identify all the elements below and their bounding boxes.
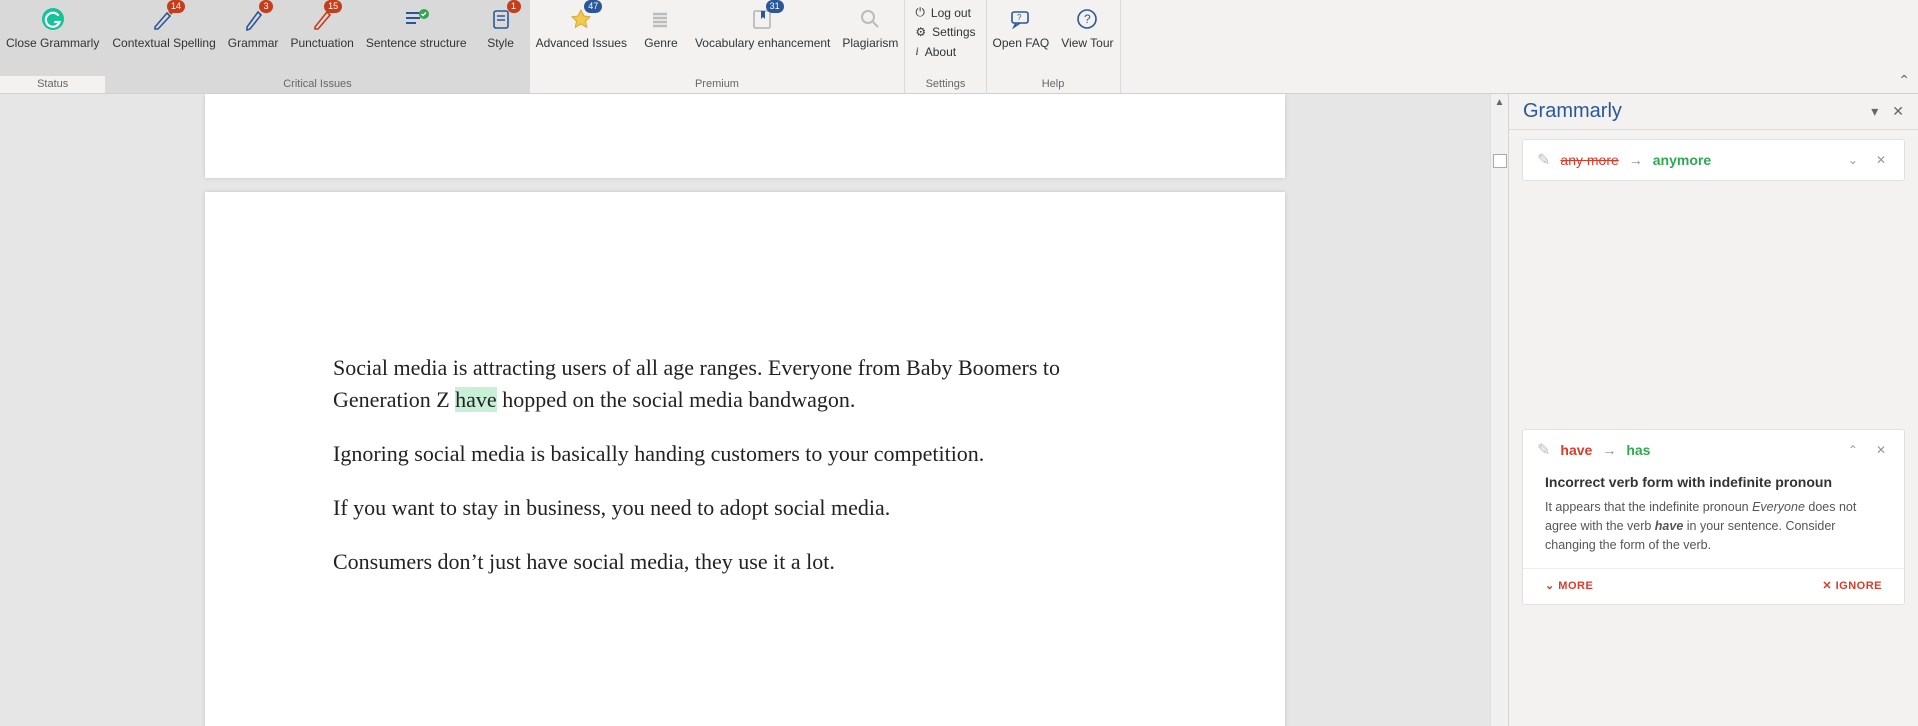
suggestion-title: Incorrect verb form with indefinite pron… [1545, 474, 1882, 490]
svg-text:?: ? [1084, 12, 1091, 26]
dismiss-button[interactable]: ✕ [1872, 153, 1890, 167]
fountain-pen-icon: 3 [241, 4, 265, 34]
help-circle-icon: ? [1075, 4, 1099, 34]
label: Plagiarism [842, 36, 898, 50]
panel-header: Grammarly ▾ ✕ [1509, 94, 1918, 130]
group-label-help: Help [987, 76, 1120, 93]
label: Open FAQ [993, 36, 1050, 50]
group-label-premium: Premium [530, 76, 905, 93]
suggestion-from: any more [1560, 152, 1618, 168]
ignore-button[interactable]: IGNORE [1822, 579, 1882, 592]
ribbon-group-help: ? Open FAQ ? View Tour Help [987, 0, 1121, 93]
collapse-ribbon-button[interactable]: ⌃ [1898, 72, 1910, 89]
expand-button[interactable]: ⌄ [1844, 153, 1862, 167]
grammarly-panel: Grammarly ▾ ✕ ✎ any more → anymore ⌄ ✕ [1508, 94, 1918, 726]
paragraph[interactable]: Consumers don’t just have social media, … [333, 546, 1157, 578]
suggestion-card-expanded[interactable]: ✎ have → has ⌃ ✕ Incorrect verb form wit… [1523, 430, 1904, 604]
label: Genre [644, 36, 677, 50]
vertical-scrollbar[interactable]: ▲ [1490, 94, 1508, 726]
paragraph[interactable]: If you want to stay in business, you nee… [333, 492, 1157, 524]
style-button[interactable]: 1 Style [473, 0, 529, 76]
info-icon: i [915, 44, 918, 59]
highlighted-word[interactable]: have [455, 387, 497, 412]
suggestion-type-icon: ✎ [1537, 440, 1550, 460]
star-icon: 47 [568, 4, 594, 34]
ribbon-group-settings: ⏻Log out ⚙Settings iAbout Settings [905, 0, 986, 93]
label: Sentence structure [366, 36, 467, 50]
power-icon: ⏻ [915, 5, 925, 20]
suggestion-explanation: It appears that the indefinite pronoun E… [1545, 498, 1882, 554]
label: View Tour [1061, 36, 1113, 50]
more-button[interactable]: MORE [1545, 579, 1593, 592]
view-tour-button[interactable]: ? View Tour [1055, 0, 1119, 76]
book-bookmark-icon: 31 [750, 4, 776, 34]
paragraph[interactable]: Social media is attracting users of all … [333, 352, 1157, 416]
ribbon: Close Grammarly Status 14 Contextual Spe… [0, 0, 1918, 94]
badge: 14 [167, 0, 185, 13]
panel-dropdown-button[interactable]: ▾ [1871, 103, 1878, 120]
advanced-issues-button[interactable]: 47 Advanced Issues [530, 0, 633, 76]
dismiss-button[interactable]: ✕ [1872, 443, 1890, 457]
sentence-structure-button[interactable]: Sentence structure [360, 0, 473, 76]
contextual-spelling-button[interactable]: 14 Contextual Spelling [106, 0, 221, 76]
panel-close-button[interactable]: ✕ [1892, 103, 1904, 120]
badge: 47 [584, 0, 602, 13]
scroll-split-handle[interactable] [1493, 154, 1507, 168]
punctuation-button[interactable]: 15 Punctuation [284, 0, 359, 76]
close-grammarly-label: Close Grammarly [6, 36, 99, 50]
arrow-icon: → [1602, 442, 1616, 458]
chat-faq-icon: ? [1009, 4, 1033, 34]
pencil-icon: 15 [310, 4, 334, 34]
suggestion-card[interactable]: ✎ any more → anymore ⌄ ✕ [1523, 140, 1904, 180]
genre-button[interactable]: Genre [633, 0, 689, 76]
label: Contextual Spelling [112, 36, 215, 50]
close-grammarly-button[interactable]: Close Grammarly [0, 0, 105, 76]
group-label-critical: Critical Issues [106, 76, 528, 93]
label: Vocabulary enhancement [695, 36, 830, 50]
suggestion-to[interactable]: anymore [1653, 152, 1711, 168]
svg-text:?: ? [1017, 13, 1022, 22]
sliders-icon: ⚙ [915, 25, 926, 39]
plagiarism-button[interactable]: Plagiarism [836, 0, 904, 76]
pen-check-icon: 14 [151, 4, 177, 34]
document-area[interactable]: Social media is attracting users of all … [0, 94, 1490, 726]
ribbon-group-status: Close Grammarly Status [0, 0, 106, 93]
badge: 3 [259, 0, 273, 13]
stack-icon [649, 4, 673, 34]
paragraph-check-icon [403, 4, 429, 34]
badge: 31 [766, 0, 784, 13]
badge: 1 [507, 0, 521, 13]
label: Grammar [228, 36, 279, 50]
arrow-icon: → [1629, 152, 1643, 168]
vocabulary-button[interactable]: 31 Vocabulary enhancement [689, 0, 836, 76]
group-label-status: Status [0, 76, 105, 93]
open-faq-button[interactable]: ? Open FAQ [987, 0, 1056, 76]
label: Advanced Issues [536, 36, 627, 50]
workspace: Social media is attracting users of all … [0, 94, 1918, 726]
settings-button[interactable]: ⚙Settings [915, 24, 975, 40]
ribbon-group-critical: 14 Contextual Spelling 3 Grammar 15 Punc… [106, 0, 529, 93]
label: Punctuation [290, 36, 353, 50]
magnifier-icon [858, 4, 882, 34]
grammarly-icon [41, 4, 65, 34]
panel-title: Grammarly [1523, 100, 1622, 123]
suggestion-type-icon: ✎ [1537, 150, 1550, 170]
badge: 15 [324, 0, 342, 13]
scroll-icon: 1 [489, 4, 513, 34]
document-page[interactable]: Social media is attracting users of all … [205, 192, 1285, 726]
group-label-settings: Settings [905, 76, 985, 93]
label: Style [487, 36, 514, 50]
panel-body: ✎ any more → anymore ⌄ ✕ ✎ have → has [1509, 130, 1918, 726]
collapse-button[interactable]: ⌃ [1844, 443, 1862, 457]
scroll-up-button[interactable]: ▲ [1491, 94, 1508, 112]
page-fragment-top [205, 94, 1285, 178]
grammar-button[interactable]: 3 Grammar [222, 0, 285, 76]
logout-button[interactable]: ⏻Log out [915, 4, 975, 21]
paragraph[interactable]: Ignoring social media is basically handi… [333, 438, 1157, 470]
suggestion-to[interactable]: has [1626, 442, 1650, 458]
suggestion-from: have [1560, 442, 1592, 458]
ribbon-group-premium: 47 Advanced Issues Genre 31 Vocabulary e… [530, 0, 906, 93]
about-button[interactable]: iAbout [915, 43, 975, 60]
